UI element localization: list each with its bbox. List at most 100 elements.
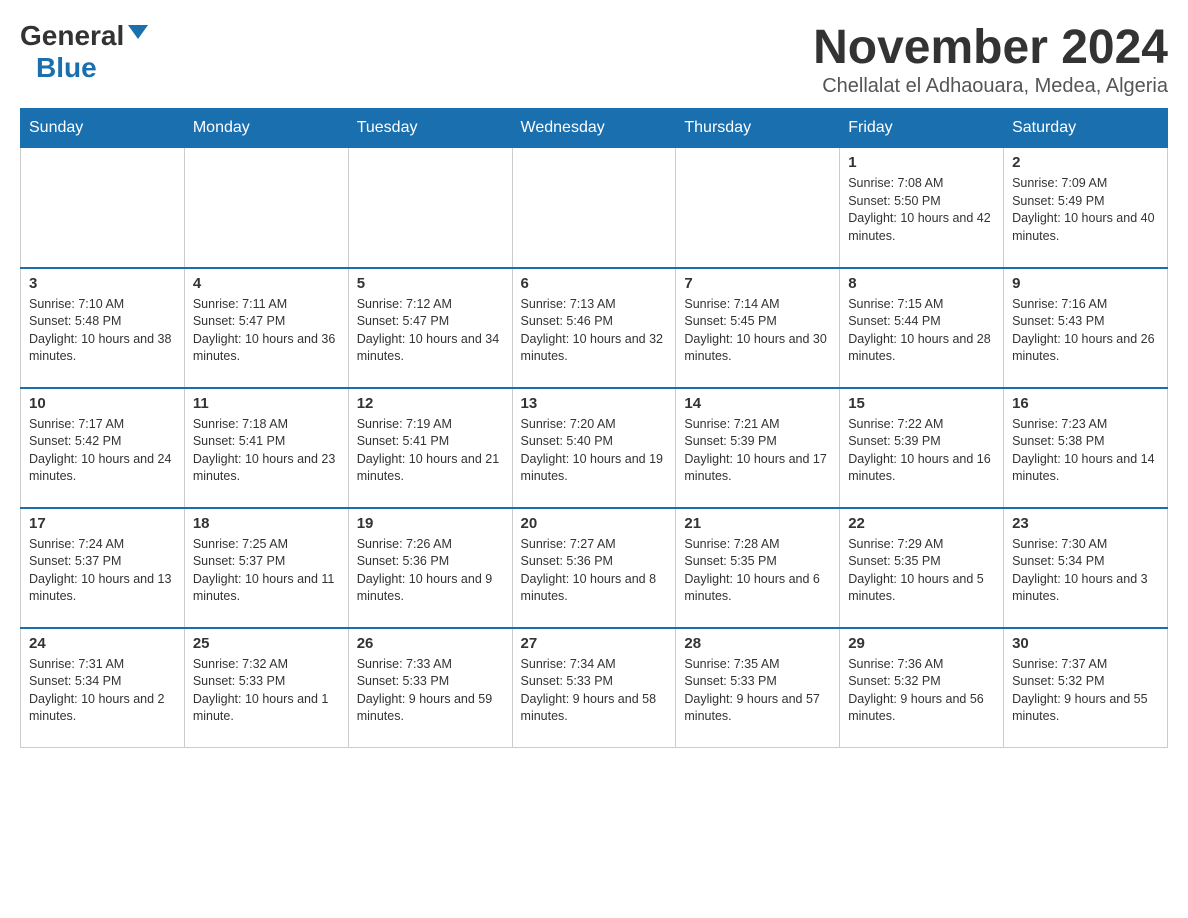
calendar-day-cell: 7Sunrise: 7:14 AM Sunset: 5:45 PM Daylig…: [676, 268, 840, 388]
day-number: 18: [193, 515, 340, 532]
day-info: Sunrise: 7:13 AM Sunset: 5:46 PM Dayligh…: [521, 296, 668, 366]
calendar-header-row: SundayMondayTuesdayWednesdayThursdayFrid…: [21, 109, 1168, 148]
day-number: 28: [684, 635, 831, 652]
calendar-day-cell: 22 Sunrise: 7:29 AM Sunset: 5:35 PM Dayli…: [840, 508, 1004, 628]
calendar-day-cell: [676, 148, 840, 268]
day-number: 2: [1012, 154, 1159, 171]
day-info: Sunrise: 7:15 AM Sunset: 5:44 PM Dayligh…: [848, 296, 995, 366]
calendar-day-cell: 13 Sunrise: 7:20 AM Sunset: 5:40 PM Dayli…: [512, 388, 676, 508]
day-number: 19: [357, 515, 504, 532]
calendar-day-cell: 15Sunrise: 7:22 AM Sunset: 5:39 PM Dayli…: [840, 388, 1004, 508]
day-info: Sunrise: 7:36 AM Sunset: 5:32 PM Dayligh…: [848, 656, 995, 726]
day-info: Sunrise: 7:35 AM Sunset: 5:33 PM Dayligh…: [684, 656, 831, 726]
day-number: 17: [29, 515, 176, 532]
page-header: General Blue November 2024 Chellalat el …: [20, 20, 1168, 98]
calendar-header-thursday: Thursday: [676, 109, 840, 148]
calendar-day-cell: 23 Sunrise: 7:30 AM Sunset: 5:34 PM Dayli…: [1004, 508, 1168, 628]
calendar-day-cell: 29 Sunrise: 7:36 AM Sunset: 5:32 PM Dayli…: [840, 628, 1004, 748]
day-number: 5: [357, 275, 504, 292]
calendar-day-cell: 16 Sunrise: 7:23 AM Sunset: 5:38 PM Dayli…: [1004, 388, 1168, 508]
day-number: 7: [684, 275, 831, 292]
day-number: 26: [357, 635, 504, 652]
day-info: Sunrise: 7:30 AM Sunset: 5:34 PM Dayligh…: [1012, 536, 1159, 606]
day-info: Sunrise: 7:27 AM Sunset: 5:36 PM Dayligh…: [521, 536, 668, 606]
calendar-week-row: 10 Sunrise: 7:17 AM Sunset: 5:42 PM Dayli…: [21, 388, 1168, 508]
day-number: 9: [1012, 275, 1159, 292]
day-number: 29: [848, 635, 995, 652]
logo-triangle-icon: [128, 25, 148, 39]
day-number: 4: [193, 275, 340, 292]
calendar-day-cell: 27Sunrise: 7:34 AM Sunset: 5:33 PM Dayli…: [512, 628, 676, 748]
calendar-week-row: 17 Sunrise: 7:24 AM Sunset: 5:37 PM Dayli…: [21, 508, 1168, 628]
calendar-day-cell: [348, 148, 512, 268]
day-number: 13: [521, 395, 668, 412]
day-info: Sunrise: 7:09 AM Sunset: 5:49 PM Dayligh…: [1012, 175, 1159, 245]
day-info: Sunrise: 7:26 AM Sunset: 5:36 PM Dayligh…: [357, 536, 504, 606]
day-info: Sunrise: 7:10 AM Sunset: 5:48 PM Dayligh…: [29, 296, 176, 366]
day-info: Sunrise: 7:17 AM Sunset: 5:42 PM Dayligh…: [29, 416, 176, 486]
calendar-header-tuesday: Tuesday: [348, 109, 512, 148]
day-info: Sunrise: 7:25 AM Sunset: 5:37 PM Dayligh…: [193, 536, 340, 606]
day-info: Sunrise: 7:23 AM Sunset: 5:38 PM Dayligh…: [1012, 416, 1159, 486]
day-number: 22: [848, 515, 995, 532]
month-title: November 2024: [813, 20, 1168, 75]
calendar-day-cell: 8 Sunrise: 7:15 AM Sunset: 5:44 PM Daylig…: [840, 268, 1004, 388]
day-info: Sunrise: 7:24 AM Sunset: 5:37 PM Dayligh…: [29, 536, 176, 606]
logo-general-text: General: [20, 20, 124, 52]
calendar-day-cell: 9 Sunrise: 7:16 AM Sunset: 5:43 PM Daylig…: [1004, 268, 1168, 388]
calendar-day-cell: 28 Sunrise: 7:35 AM Sunset: 5:33 PM Dayli…: [676, 628, 840, 748]
calendar-day-cell: 4 Sunrise: 7:11 AM Sunset: 5:47 PM Daylig…: [184, 268, 348, 388]
calendar-table: SundayMondayTuesdayWednesdayThursdayFrid…: [20, 108, 1168, 748]
calendar-day-cell: 10 Sunrise: 7:17 AM Sunset: 5:42 PM Dayli…: [21, 388, 185, 508]
calendar-day-cell: 19 Sunrise: 7:26 AM Sunset: 5:36 PM Dayli…: [348, 508, 512, 628]
day-number: 12: [357, 395, 504, 412]
day-info: Sunrise: 7:11 AM Sunset: 5:47 PM Dayligh…: [193, 296, 340, 366]
calendar-day-cell: [512, 148, 676, 268]
calendar-day-cell: 21 Sunrise: 7:28 AM Sunset: 5:35 PM Dayli…: [676, 508, 840, 628]
calendar-day-cell: 30 Sunrise: 7:37 AM Sunset: 5:32 PM Dayli…: [1004, 628, 1168, 748]
day-info: Sunrise: 7:29 AM Sunset: 5:35 PM Dayligh…: [848, 536, 995, 606]
day-info: Sunrise: 7:12 AM Sunset: 5:47 PM Dayligh…: [357, 296, 504, 366]
day-info: Sunrise: 7:33 AM Sunset: 5:33 PM Dayligh…: [357, 656, 504, 726]
calendar-week-row: 3 Sunrise: 7:10 AM Sunset: 5:48 PM Daylig…: [21, 268, 1168, 388]
day-info: Sunrise: 7:21 AM Sunset: 5:39 PM Dayligh…: [684, 416, 831, 486]
day-number: 11: [193, 395, 340, 412]
calendar-header-friday: Friday: [840, 109, 1004, 148]
day-number: 16: [1012, 395, 1159, 412]
day-number: 3: [29, 275, 176, 292]
calendar-day-cell: 25Sunrise: 7:32 AM Sunset: 5:33 PM Dayli…: [184, 628, 348, 748]
day-info: Sunrise: 7:31 AM Sunset: 5:34 PM Dayligh…: [29, 656, 176, 726]
calendar-day-cell: 24Sunrise: 7:31 AM Sunset: 5:34 PM Dayli…: [21, 628, 185, 748]
title-section: November 2024 Chellalat el Adhaouara, Me…: [813, 20, 1168, 98]
calendar-day-cell: 11 Sunrise: 7:18 AM Sunset: 5:41 PM Dayli…: [184, 388, 348, 508]
day-info: Sunrise: 7:18 AM Sunset: 5:41 PM Dayligh…: [193, 416, 340, 486]
day-number: 15: [848, 395, 995, 412]
location-subtitle: Chellalat el Adhaouara, Medea, Algeria: [813, 75, 1168, 98]
logo-blue-text: Blue: [36, 52, 97, 83]
day-number: 30: [1012, 635, 1159, 652]
day-number: 6: [521, 275, 668, 292]
day-info: Sunrise: 7:28 AM Sunset: 5:35 PM Dayligh…: [684, 536, 831, 606]
calendar-header-wednesday: Wednesday: [512, 109, 676, 148]
day-info: Sunrise: 7:20 AM Sunset: 5:40 PM Dayligh…: [521, 416, 668, 486]
day-info: Sunrise: 7:19 AM Sunset: 5:41 PM Dayligh…: [357, 416, 504, 486]
calendar-day-cell: 1Sunrise: 7:08 AM Sunset: 5:50 PM Daylig…: [840, 148, 1004, 268]
day-number: 10: [29, 395, 176, 412]
calendar-day-cell: [21, 148, 185, 268]
day-number: 25: [193, 635, 340, 652]
day-number: 21: [684, 515, 831, 532]
day-info: Sunrise: 7:16 AM Sunset: 5:43 PM Dayligh…: [1012, 296, 1159, 366]
day-number: 27: [521, 635, 668, 652]
calendar-week-row: 24Sunrise: 7:31 AM Sunset: 5:34 PM Dayli…: [21, 628, 1168, 748]
day-number: 8: [848, 275, 995, 292]
calendar-day-cell: 3 Sunrise: 7:10 AM Sunset: 5:48 PM Daylig…: [21, 268, 185, 388]
calendar-day-cell: [184, 148, 348, 268]
day-number: 23: [1012, 515, 1159, 532]
calendar-week-row: 1Sunrise: 7:08 AM Sunset: 5:50 PM Daylig…: [21, 148, 1168, 268]
calendar-day-cell: 18 Sunrise: 7:25 AM Sunset: 5:37 PM Dayli…: [184, 508, 348, 628]
calendar-day-cell: 5 Sunrise: 7:12 AM Sunset: 5:47 PM Daylig…: [348, 268, 512, 388]
calendar-day-cell: 6 Sunrise: 7:13 AM Sunset: 5:46 PM Daylig…: [512, 268, 676, 388]
day-info: Sunrise: 7:37 AM Sunset: 5:32 PM Dayligh…: [1012, 656, 1159, 726]
logo: General Blue: [20, 20, 148, 84]
calendar-day-cell: 17 Sunrise: 7:24 AM Sunset: 5:37 PM Dayli…: [21, 508, 185, 628]
